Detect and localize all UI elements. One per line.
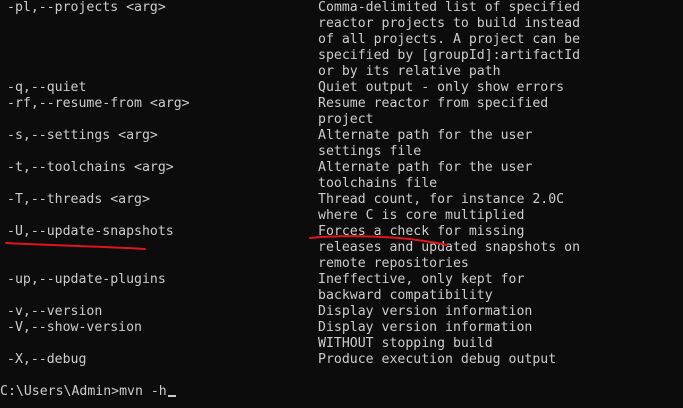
option-flag: -U,--update-snapshots [7,224,174,239]
option-flag: -up,--update-plugins [7,272,166,287]
terminal-window[interactable]: -pl,--projects <arg> Comma-delimited list… [0,0,683,408]
option-flag: -rf,--resume-from <arg> [7,96,190,111]
option-description: settings file [318,144,422,159]
output-line: -pl,--projects <arg> Comma-delimited list… [0,0,683,16]
option-flag: -v,--version [7,304,103,319]
option-flag: -V,--show-version [7,320,142,335]
output-line: -U,--update-snapshots Forces a check for … [0,224,683,240]
output-line: toolchains file [0,176,683,192]
output-line: -v,--version Display version information [0,304,683,320]
output-line: -s,--settings <arg> Alternate path for th… [0,128,683,144]
option-flag: -X,--debug [7,352,87,367]
output-line: reactor projects to build instead [0,16,683,32]
output-line: -q,--quiet Quiet output - only show error… [0,80,683,96]
output-line: where C is core multiplied [0,208,683,224]
output-line: -rf,--resume-from <arg> Resume reactor fr… [0,96,683,112]
option-description: WITHOUT stopping build [318,336,493,351]
option-description: or by its relative path [318,64,501,79]
option-description: project [318,112,374,127]
text-cursor [167,395,176,397]
output-line: releases and updated snapshots on [0,240,683,256]
option-description: reactor projects to build instead [318,16,581,31]
output-line: remote repositories [0,256,683,272]
option-description: Ineffective, only kept for [318,272,525,287]
option-flag: -t,--toolchains <arg> [7,160,174,175]
option-description: Forces a check for missing [318,224,525,239]
output-line: specified by [groupId]:artifactId [0,48,683,64]
option-description: Quiet output - only show errors [318,80,565,95]
option-description: Alternate path for the user [318,160,533,175]
option-description: Produce execution debug output [318,352,557,367]
option-description: Thread count, for instance 2.0C [318,192,565,207]
output-line: backward compatibility [0,288,683,304]
output-line: -V,--show-version Display version informa… [0,320,683,336]
option-flag: -q,--quiet [7,80,87,95]
option-description: toolchains file [318,176,438,191]
output-line: WITHOUT stopping build [0,336,683,352]
command-prompt-line[interactable]: C:\Users\Admin>mvn -h [0,384,176,400]
output-line: -X,--debug Produce execution debug output [0,352,683,368]
option-description: Resume reactor from specified [318,96,549,111]
prompt-text: C:\Users\Admin>mvn -h [0,384,167,399]
output-line: -t,--toolchains <arg> Alternate path for … [0,160,683,176]
output-line: of all projects. A project can be [0,32,683,48]
output-line: -T,--threads <arg> Thread count, for inst… [0,192,683,208]
output-line: project [0,112,683,128]
option-flag: -T,--threads <arg> [7,192,150,207]
option-description: Display version information [318,304,533,319]
option-description: where C is core multiplied [318,208,525,223]
option-description: remote repositories [318,256,469,271]
output-line: settings file [0,144,683,160]
option-description: releases and updated snapshots on [318,240,581,255]
option-description: specified by [groupId]:artifactId [318,48,581,63]
option-description: backward compatibility [318,288,493,303]
option-flag: -pl,--projects <arg> [7,0,166,15]
option-description: Display version information [318,320,533,335]
output-line: or by its relative path [0,64,683,80]
option-description: Alternate path for the user [318,128,533,143]
option-flag: -s,--settings <arg> [7,128,158,143]
output-line: -up,--update-plugins Ineffective, only ke… [0,272,683,288]
option-description: Comma-delimited list of specified [318,0,581,15]
option-description: of all projects. A project can be [318,32,581,47]
